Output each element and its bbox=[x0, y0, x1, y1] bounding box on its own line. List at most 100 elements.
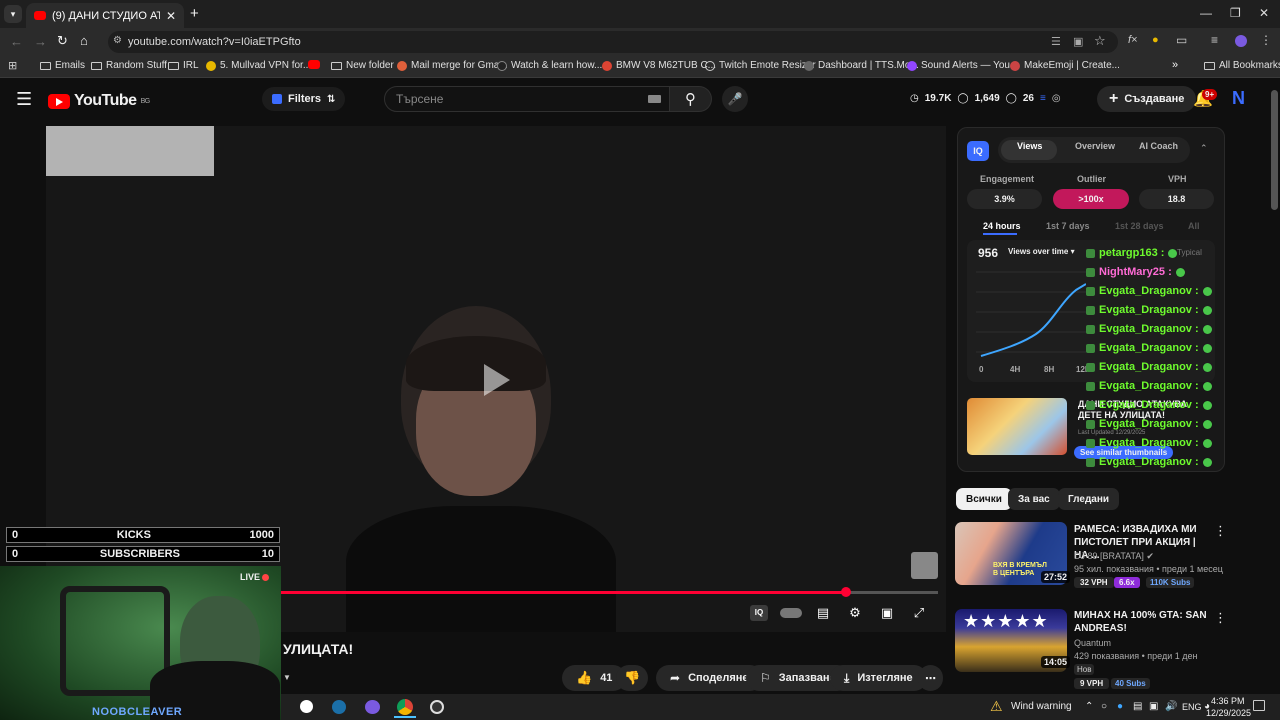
account-avatar[interactable]: N bbox=[1232, 88, 1245, 109]
translate-icon[interactable]: ☰ bbox=[1051, 35, 1061, 48]
chip-for-you[interactable]: За вас bbox=[1008, 488, 1060, 510]
target-icon[interactable]: ◎ bbox=[1052, 93, 1061, 104]
range-first-28-days[interactable]: 1st 28 days bbox=[1115, 221, 1164, 231]
list-icon[interactable]: ≡ bbox=[1040, 93, 1046, 104]
reload-icon[interactable]: ↻ bbox=[57, 33, 68, 49]
tray-icon-2[interactable]: ● bbox=[1117, 701, 1123, 712]
install-icon[interactable]: ▣ bbox=[1073, 35, 1083, 48]
discord-icon[interactable] bbox=[365, 700, 380, 714]
site-info-icon[interactable]: ⚙ bbox=[113, 35, 122, 46]
filters-button[interactable]: Filters ⇅ bbox=[262, 87, 346, 111]
hamburger-menu-icon[interactable]: ☰ bbox=[16, 89, 32, 110]
bookmark-youtube[interactable] bbox=[308, 60, 320, 69]
voice-search-button[interactable]: 🎤 bbox=[722, 86, 748, 112]
youtube-logo[interactable]: YouTube BG bbox=[48, 92, 150, 110]
extensions-puzzle-icon[interactable]: ▭ bbox=[1176, 33, 1187, 47]
rec-title-2[interactable]: МИНАХ НА 100% GTA: SAN ANDREAS! bbox=[1074, 609, 1209, 635]
keyboard-icon[interactable] bbox=[648, 95, 661, 103]
iq-toggle-icon[interactable]: IQ bbox=[750, 605, 768, 621]
chip-watched[interactable]: Гледани bbox=[1058, 488, 1120, 510]
warning-icon[interactable]: ⚠ bbox=[990, 698, 1003, 715]
obs-icon[interactable] bbox=[430, 700, 444, 714]
bookmark-tts-dashboard[interactable]: Dashboard | TTS.Mo... bbox=[804, 60, 919, 71]
extension-icon[interactable]: ● bbox=[1152, 34, 1159, 46]
video-thumbnail[interactable] bbox=[967, 398, 1067, 455]
bookmark-bmw[interactable]: BMW V8 M62TUB C... bbox=[602, 60, 716, 71]
chat-emote-icon bbox=[1202, 438, 1212, 448]
dislike-button[interactable]: 👎 bbox=[616, 665, 649, 691]
search-input[interactable]: Търсене bbox=[384, 86, 670, 112]
collapse-chevron-icon[interactable]: ⌃ bbox=[1200, 143, 1208, 154]
profile-avatar-icon[interactable] bbox=[1235, 35, 1247, 47]
page-scrollbar[interactable] bbox=[1271, 90, 1278, 210]
back-icon[interactable]: ← bbox=[10, 34, 23, 49]
browser-menu-icon[interactable]: ⋮ bbox=[1260, 33, 1272, 47]
bookmark-new-folder[interactable]: New folder bbox=[331, 60, 394, 71]
weather-warning[interactable]: Wind warning bbox=[1011, 701, 1072, 712]
bookmark-twitch-resizer[interactable]: Twitch Emote Resizer bbox=[705, 60, 816, 71]
bookmark-makeemoji[interactable]: MakeEmoji | Create... bbox=[1010, 60, 1120, 71]
more-actions-button[interactable]: ⋯ bbox=[918, 665, 943, 691]
video-progress-bar[interactable] bbox=[280, 591, 938, 594]
settings-gear-icon[interactable]: ⚙ bbox=[846, 605, 864, 621]
search-button[interactable]: ⚲ bbox=[670, 86, 712, 112]
rec-channel-1[interactable]: DJ 89 [BRATATA] ✔ bbox=[1074, 551, 1154, 562]
bookmark-emails[interactable]: Emails bbox=[40, 60, 85, 71]
rec-menu-icon-1[interactable]: ⋮ bbox=[1214, 523, 1227, 539]
scrubber-handle[interactable] bbox=[840, 587, 851, 597]
tray-expand-icon[interactable]: ⌃ bbox=[1085, 701, 1093, 712]
speaker-icon[interactable]: 🔊 bbox=[1165, 701, 1177, 712]
range-all[interactable]: All bbox=[1188, 221, 1200, 231]
language-indicator[interactable]: ENG bbox=[1182, 702, 1202, 712]
clock-date[interactable]: 12/29/2025 bbox=[1206, 708, 1251, 718]
rec-menu-icon-2[interactable]: ⋮ bbox=[1214, 610, 1227, 626]
apps-grid-icon[interactable]: ⊞ bbox=[8, 59, 17, 72]
play-icon[interactable] bbox=[484, 364, 510, 396]
range-first-7-days[interactable]: 1st 7 days bbox=[1046, 221, 1090, 231]
bookmark-sound-alerts[interactable]: Sound Alerts — You... bbox=[907, 60, 1018, 71]
maximize-icon[interactable]: ❐ bbox=[1230, 6, 1241, 20]
autoplay-toggle[interactable] bbox=[780, 608, 802, 618]
download-button[interactable]: ⤓ Изтегляне bbox=[830, 665, 927, 691]
tab-ai-coach[interactable]: AI Coach bbox=[1139, 141, 1178, 151]
steam-icon[interactable] bbox=[332, 700, 346, 714]
views-dropdown[interactable]: Views over time ▾ bbox=[1008, 247, 1075, 256]
new-tab-button[interactable]: + bbox=[190, 5, 199, 22]
bookmark-irl[interactable]: IRL bbox=[168, 60, 199, 71]
chrome-icon[interactable] bbox=[397, 699, 413, 715]
more-bookmarks-icon[interactable]: » bbox=[1172, 59, 1178, 71]
media-icon[interactable]: ≡ bbox=[1211, 33, 1218, 47]
forward-icon[interactable]: → bbox=[34, 34, 47, 49]
bookmark-mullvad[interactable]: 5. Mullvad VPN for... bbox=[206, 60, 311, 71]
tab-list-button[interactable]: ▾ bbox=[4, 5, 22, 23]
bookmark-mail-merge[interactable]: Mail merge for Gma... bbox=[397, 60, 508, 71]
subtitles-icon[interactable]: ▤ bbox=[814, 605, 832, 621]
range-24-hours[interactable]: 24 hours bbox=[983, 221, 1021, 231]
all-bookmarks[interactable]: All Bookmarks bbox=[1204, 60, 1280, 71]
notification-center-icon[interactable] bbox=[1253, 700, 1265, 711]
close-tab-icon[interactable]: ✕ bbox=[166, 9, 176, 23]
minimize-icon[interactable]: — bbox=[1200, 6, 1212, 20]
create-button[interactable]: + Създаване bbox=[1097, 86, 1197, 112]
miniplayer-icon[interactable]: ▣ bbox=[878, 605, 896, 621]
rec-channel-2[interactable]: Quantum bbox=[1074, 638, 1111, 648]
clock-time[interactable]: 4:36 PM bbox=[1211, 696, 1245, 706]
close-window-icon[interactable]: ✕ bbox=[1259, 6, 1269, 20]
tray-icon-4[interactable]: ▣ bbox=[1149, 701, 1158, 712]
bookmark-watch-learn[interactable]: Watch & learn how... bbox=[497, 60, 602, 71]
tray-icon-1[interactable]: ○ bbox=[1101, 701, 1107, 712]
home-icon[interactable]: ⌂ bbox=[80, 33, 88, 48]
taskbar-app-icon-1[interactable] bbox=[300, 700, 313, 713]
tab-overview[interactable]: Overview bbox=[1075, 141, 1115, 151]
fullscreen-icon[interactable]: ⤢ bbox=[910, 605, 928, 621]
chip-all[interactable]: Всички bbox=[956, 488, 1012, 510]
expand-chevron-icon[interactable]: ▼ bbox=[283, 673, 291, 682]
tray-icon-3[interactable]: ▤ bbox=[1133, 701, 1142, 712]
url-bar[interactable]: ⚙ youtube.com/watch?v=I0iaETPGfto bbox=[108, 31, 1118, 53]
bookmark-star-icon[interactable]: ☆ bbox=[1094, 33, 1106, 49]
video-stats-bar: ◷ 19.7K ◯ 1,649 ◯ 26 ≡ ◎ bbox=[910, 93, 1061, 104]
browser-tab-active[interactable]: (9) ДАНИ СТУДИО АТАКУВ ✕ bbox=[26, 3, 184, 28]
extension-fx-icon[interactable]: f× bbox=[1128, 34, 1137, 46]
bookmark-random-stuff[interactable]: Random Stuff bbox=[91, 60, 167, 71]
channel-watermark[interactable] bbox=[911, 552, 938, 579]
